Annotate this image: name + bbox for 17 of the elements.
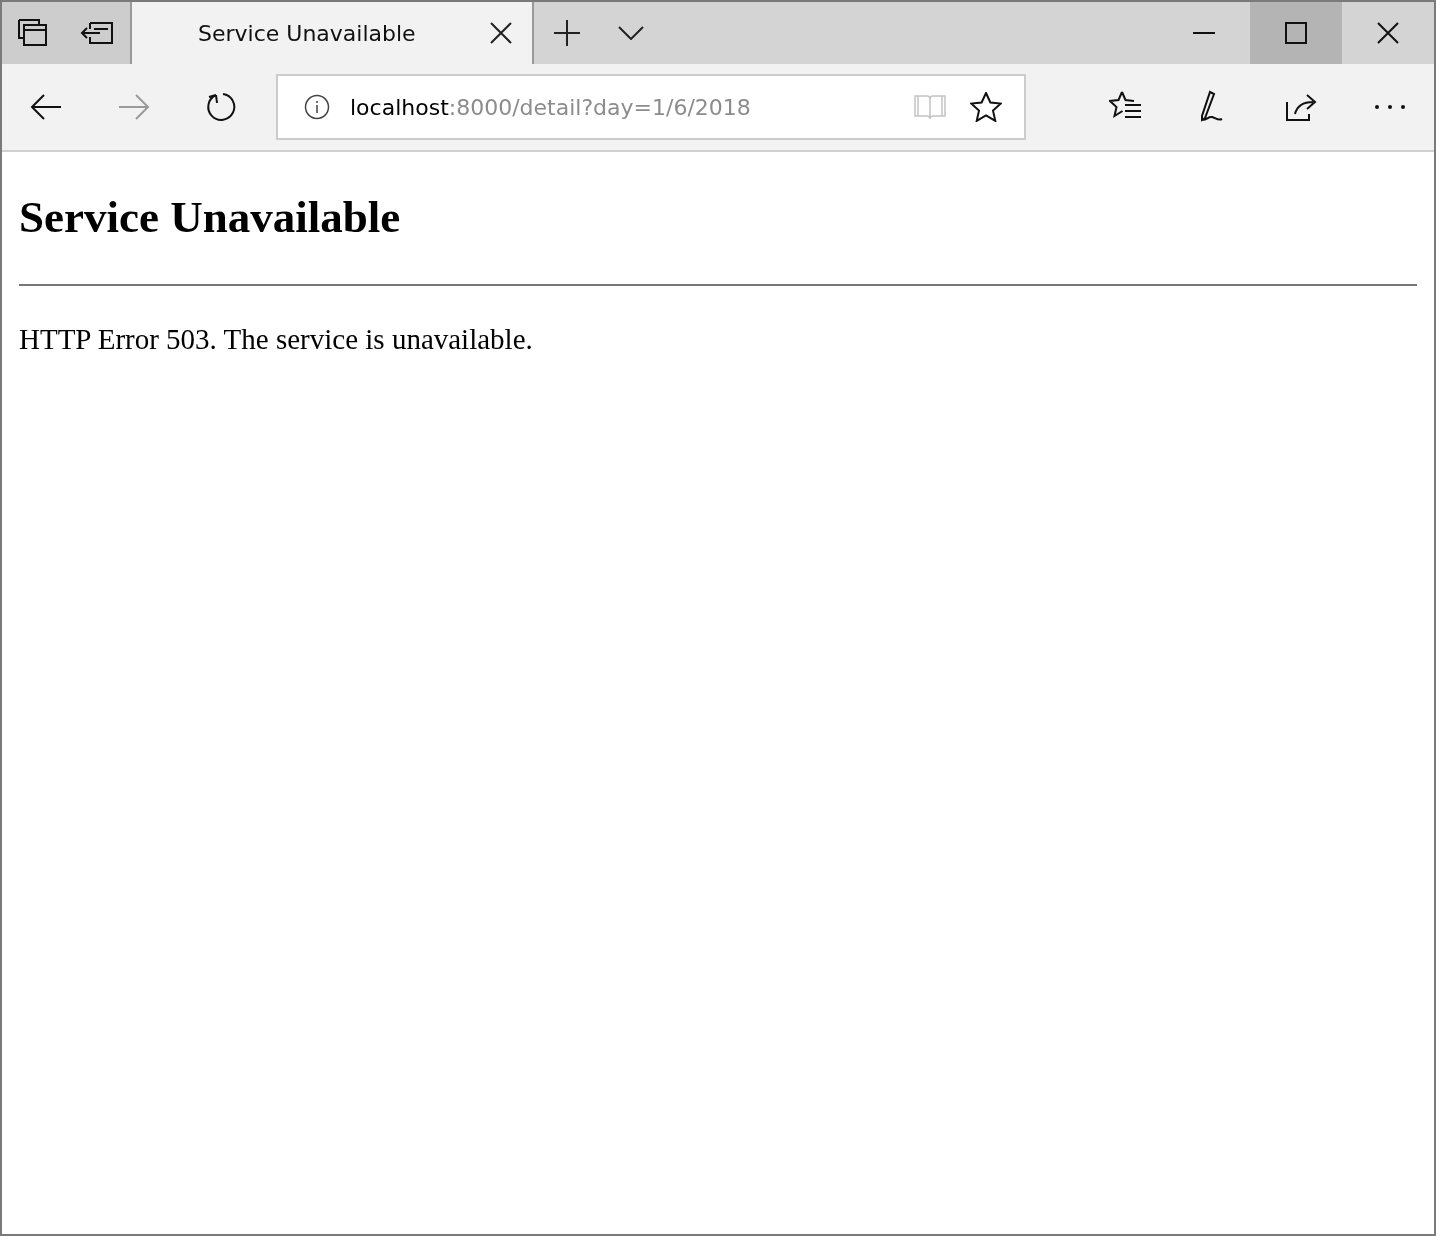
page-heading: Service Unavailable (19, 191, 402, 244)
address-bar[interactable]: localhost:8000/detail?day=1/6/2018 (276, 74, 1026, 140)
info-icon (304, 94, 330, 120)
chevron-down-icon[interactable] (618, 26, 644, 40)
close-tab-icon[interactable] (490, 22, 512, 44)
back-arrow-icon[interactable] (30, 94, 62, 120)
set-aside-tabs-icon[interactable] (80, 22, 114, 44)
plus-icon[interactable] (553, 19, 581, 47)
star-icon[interactable] (970, 92, 1002, 122)
square-icon (1285, 22, 1307, 44)
error-message: HTTP Error 503. The service is unavailable. (19, 322, 534, 357)
maximize-button[interactable] (1250, 2, 1342, 64)
close-icon[interactable] (1377, 22, 1399, 44)
refresh-icon[interactable] (206, 91, 238, 123)
browser-tab[interactable]: Service Unavailable (132, 2, 534, 64)
url-text: localhost:8000/detail?day=1/6/2018 (350, 93, 752, 122)
tab-preview-icon[interactable] (18, 19, 48, 47)
